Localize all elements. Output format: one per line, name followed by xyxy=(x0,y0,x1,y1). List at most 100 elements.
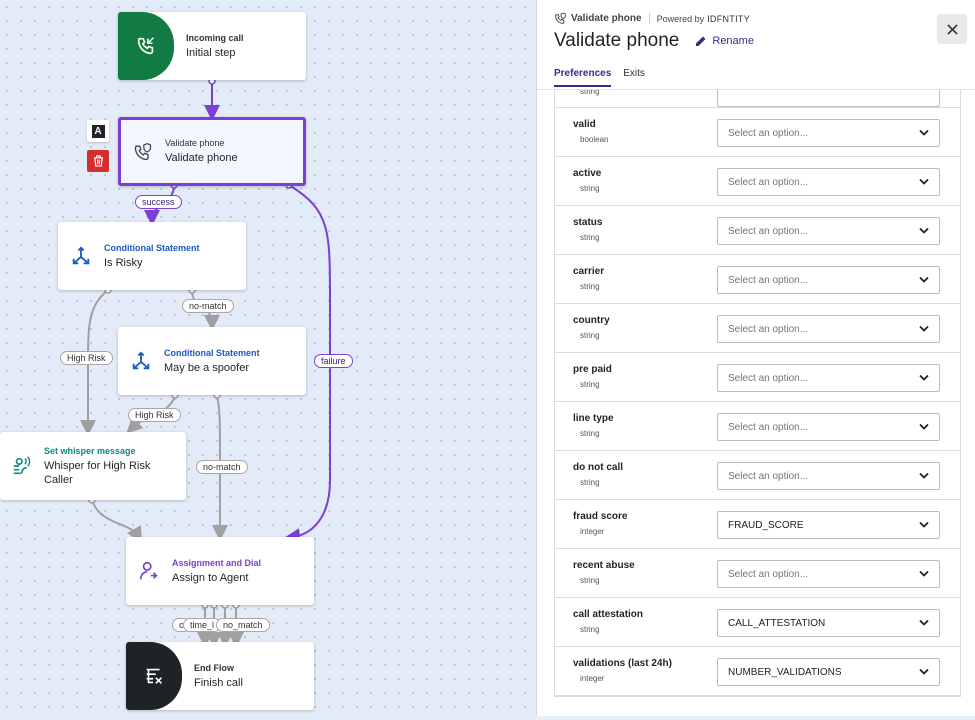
provider-brand: IDFNTITY xyxy=(707,13,751,24)
letter-button[interactable]: A xyxy=(87,120,109,142)
chevron-down-icon xyxy=(919,521,929,528)
property-select[interactable]: Select an option... xyxy=(717,364,940,392)
panel-tabs: Preferences Exits xyxy=(554,68,657,87)
phone-shield-icon xyxy=(134,142,152,160)
property-name: carrier xyxy=(573,266,605,277)
rename-button[interactable]: Rename xyxy=(695,35,754,47)
select-value: Select an option... xyxy=(728,176,809,188)
property-name: recent abuse xyxy=(573,560,635,571)
edge-label-high-risk[interactable]: High Risk xyxy=(60,351,113,365)
node-validate-phone[interactable]: Validate phone Validate phone xyxy=(118,117,306,186)
chevron-down-icon xyxy=(919,472,929,479)
property-select[interactable]: Select an option... xyxy=(717,462,940,490)
property-name: do not call xyxy=(573,462,623,473)
node-assign-to-agent[interactable]: Assignment and Dial Assign to Agent xyxy=(126,537,314,605)
select-value: Select an option... xyxy=(728,568,809,580)
edge-label-high-risk[interactable]: High Risk xyxy=(128,408,181,422)
property-select[interactable]: Select an option... xyxy=(717,413,940,441)
node-name: May be a spoofer xyxy=(164,361,249,374)
property-row: validations (last 24h) integer NUMBER_VALI… xyxy=(555,647,960,696)
panel-breadcrumb: Validate phone Powered by IDFNTITY xyxy=(554,12,975,25)
select-value: Select an option... xyxy=(728,323,809,335)
phone-incoming-icon xyxy=(137,37,154,55)
node-name: Is Risky xyxy=(104,256,143,269)
property-type: integer xyxy=(580,674,605,683)
end-flow-icon xyxy=(146,668,162,684)
property-name: pre paid xyxy=(573,364,612,375)
property-select[interactable]: Select an option... xyxy=(717,168,940,196)
node-incoming-call[interactable]: Incoming call Initial step xyxy=(118,12,306,80)
preferences-list[interactable]: string valid boolean Select an option... ac… xyxy=(554,90,961,716)
property-row: recent abuse string Select an option... xyxy=(555,549,960,598)
select-value: Select an option... xyxy=(728,274,809,286)
property-row: valid boolean Select an option... xyxy=(555,108,960,157)
select-value: NUMBER_VALIDATIONS xyxy=(728,666,842,678)
node-name: Finish call xyxy=(194,676,243,689)
property-select[interactable]: Select an option... xyxy=(717,217,940,245)
property-name: call attestation xyxy=(573,609,644,620)
property-row: pre paid string Select an option... xyxy=(555,353,960,402)
close-panel-button[interactable] xyxy=(937,14,967,44)
chevron-down-icon xyxy=(919,178,929,185)
select-value: Select an option... xyxy=(728,421,809,433)
rename-label: Rename xyxy=(712,35,754,47)
properties-panel: Validate phone Powered by IDFNTITY Valid… xyxy=(536,0,975,716)
split-arrows-icon xyxy=(72,246,90,265)
edge-label-no-match[interactable]: no-match xyxy=(182,299,234,313)
chevron-down-icon xyxy=(919,423,929,430)
property-select[interactable]: CALL_ATTESTATION xyxy=(717,609,940,637)
property-type: string xyxy=(580,576,600,585)
node-kind: Conditional Statement xyxy=(164,347,260,358)
phone-shield-icon xyxy=(555,12,566,24)
chevron-down-icon xyxy=(919,619,929,626)
property-select[interactable]: Select an option... xyxy=(717,266,940,294)
agent-assign-icon xyxy=(139,561,158,580)
property-type: string xyxy=(580,478,600,487)
property-type: string xyxy=(580,625,600,634)
property-name: line type xyxy=(573,413,614,424)
panel-title: Validate phone xyxy=(554,30,680,51)
property-type: string xyxy=(580,331,600,340)
tab-preferences[interactable]: Preferences xyxy=(554,68,612,87)
close-icon xyxy=(946,23,958,35)
node-name: Initial step xyxy=(186,46,236,59)
split-arrows-icon xyxy=(132,351,150,370)
delete-node-button[interactable] xyxy=(87,150,109,172)
node-end-flow[interactable]: End Flow Finish call xyxy=(126,642,314,710)
edge-label-no-match[interactable]: no-match xyxy=(196,460,248,474)
property-select[interactable]: Select an option... xyxy=(717,560,940,588)
property-select[interactable]: FRAUD_SCORE xyxy=(717,511,940,539)
chevron-down-icon xyxy=(919,374,929,381)
property-select[interactable]: Select an option... xyxy=(717,119,940,147)
property-row: active string Select an option... xyxy=(555,157,960,206)
chevron-down-icon xyxy=(919,668,929,675)
property-type: string xyxy=(580,184,600,193)
property-name: status xyxy=(573,217,603,228)
node-whisper-message[interactable]: Set whisper message Whisper for High Ris… xyxy=(0,432,186,500)
property-type: integer xyxy=(580,527,605,536)
property-row: call attestation string CALL_ATTESTATION xyxy=(555,598,960,647)
edge-label-no-match[interactable]: no_match xyxy=(216,618,270,632)
node-kind: End Flow xyxy=(194,662,234,673)
property-select[interactable] xyxy=(717,90,940,107)
tab-exits[interactable]: Exits xyxy=(623,68,645,87)
pencil-icon xyxy=(696,36,706,46)
property-row: carrier string Select an option... xyxy=(555,255,960,304)
property-row: line type string Select an option... xyxy=(555,402,960,451)
property-type: string xyxy=(580,429,600,438)
node-kind: Conditional Statement xyxy=(104,242,200,253)
node-may-be-spoofer[interactable]: Conditional Statement May be a spoofer xyxy=(118,327,306,395)
node-is-risky[interactable]: Conditional Statement Is Risky xyxy=(58,222,246,290)
property-select[interactable]: Select an option... xyxy=(717,315,940,343)
flow-canvas[interactable]: Incoming call Initial step A Validate ph… xyxy=(0,0,536,720)
property-select[interactable]: NUMBER_VALIDATIONS xyxy=(717,658,940,686)
node-kind: Incoming call xyxy=(186,32,244,43)
powered-by-label: Powered by xyxy=(656,13,705,24)
node-kind: Assignment and Dial xyxy=(172,557,262,568)
property-name: active xyxy=(573,168,602,179)
select-value: Select an option... xyxy=(728,127,809,139)
edge-label-failure[interactable]: failure xyxy=(314,354,353,368)
edge-label-success[interactable]: success xyxy=(135,195,182,209)
property-name: valid xyxy=(573,119,596,130)
node-name: Validate phone xyxy=(165,152,238,164)
